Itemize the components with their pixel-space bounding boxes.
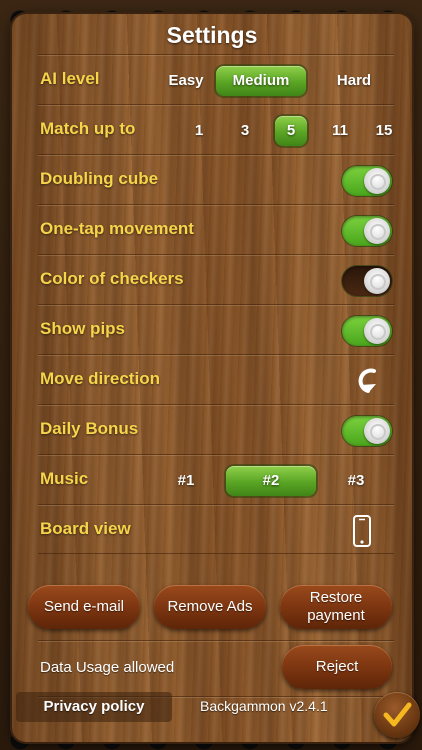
row-ai-level: AI level Easy Medium Hard xyxy=(38,54,394,104)
toggle-knob xyxy=(364,318,390,344)
confirm-button[interactable] xyxy=(374,692,420,738)
doubling-cube-label: Doubling cube xyxy=(40,169,159,188)
one-tap-label: One-tap movement xyxy=(40,219,194,238)
match-option-1[interactable]: 1 xyxy=(186,116,212,146)
toggle-knob xyxy=(364,268,390,294)
row-daily-bonus: Daily Bonus xyxy=(38,404,394,454)
show-pips-label: Show pips xyxy=(40,319,125,338)
page-title: Settings xyxy=(166,22,258,48)
checker-color-toggle[interactable] xyxy=(342,266,392,296)
row-color-of-checkers: Color of checkers xyxy=(38,254,394,304)
music-option-1[interactable]: #1 xyxy=(158,466,214,496)
send-email-button[interactable]: Send e-mail xyxy=(28,585,140,629)
toggle-knob xyxy=(364,418,390,444)
ai-level-label: AI level xyxy=(40,69,100,88)
settings-panel: Settings AI level Easy Medium Hard Match… xyxy=(12,14,412,742)
row-music: Music #1 #2 #3 xyxy=(38,454,394,504)
toggle-knob xyxy=(364,218,390,244)
match-option-11[interactable]: 11 xyxy=(324,116,356,146)
daily-bonus-toggle[interactable] xyxy=(342,416,392,446)
match-option-5[interactable]: 5 xyxy=(275,116,307,146)
row-match-up-to: Match up to 1 3 5 11 15 xyxy=(38,104,394,154)
reject-button[interactable]: Reject xyxy=(282,645,392,689)
row-one-tap-movement: One-tap movement xyxy=(38,204,394,254)
checker-color-label: Color of checkers xyxy=(40,269,184,288)
remove-ads-button[interactable]: Remove Ads xyxy=(154,585,266,629)
music-option-3[interactable]: #3 xyxy=(328,466,384,496)
match-label: Match up to xyxy=(40,119,136,138)
divider xyxy=(38,640,394,641)
daily-bonus-label: Daily Bonus xyxy=(40,419,139,438)
one-tap-toggle[interactable] xyxy=(342,216,392,246)
row-board-view: Board view xyxy=(38,504,394,554)
ai-level-medium[interactable]: Medium xyxy=(216,66,306,96)
restore-payment-line1: Restore xyxy=(309,589,363,606)
ai-level-hard[interactable]: Hard xyxy=(318,66,390,96)
ai-level-easy[interactable]: Easy xyxy=(156,66,216,96)
checkmark-icon xyxy=(383,702,412,727)
phone-portrait-icon[interactable] xyxy=(350,515,380,547)
row-doubling-cube: Doubling cube xyxy=(38,154,394,204)
board-view-label: Board view xyxy=(40,519,131,538)
match-option-3[interactable]: 3 xyxy=(232,116,258,146)
app-version: Backgammon v2.4.1 xyxy=(200,698,328,714)
music-option-2[interactable]: #2 xyxy=(226,466,316,496)
restore-payment-line2: payment xyxy=(307,607,365,624)
restore-payment-button[interactable]: Restore payment xyxy=(280,585,392,629)
rotate-arrow-icon[interactable] xyxy=(352,365,382,397)
show-pips-toggle[interactable] xyxy=(342,316,392,346)
doubling-cube-toggle[interactable] xyxy=(342,166,392,196)
privacy-policy-button[interactable]: Privacy policy xyxy=(16,692,172,722)
move-direction-label: Move direction xyxy=(40,369,160,388)
match-option-15[interactable]: 15 xyxy=(368,116,400,146)
row-move-direction: Move direction xyxy=(38,354,394,404)
toggle-knob xyxy=(364,168,390,194)
row-show-pips: Show pips xyxy=(38,304,394,354)
data-usage-label: Data Usage allowed xyxy=(40,659,175,676)
music-label: Music xyxy=(40,469,89,488)
